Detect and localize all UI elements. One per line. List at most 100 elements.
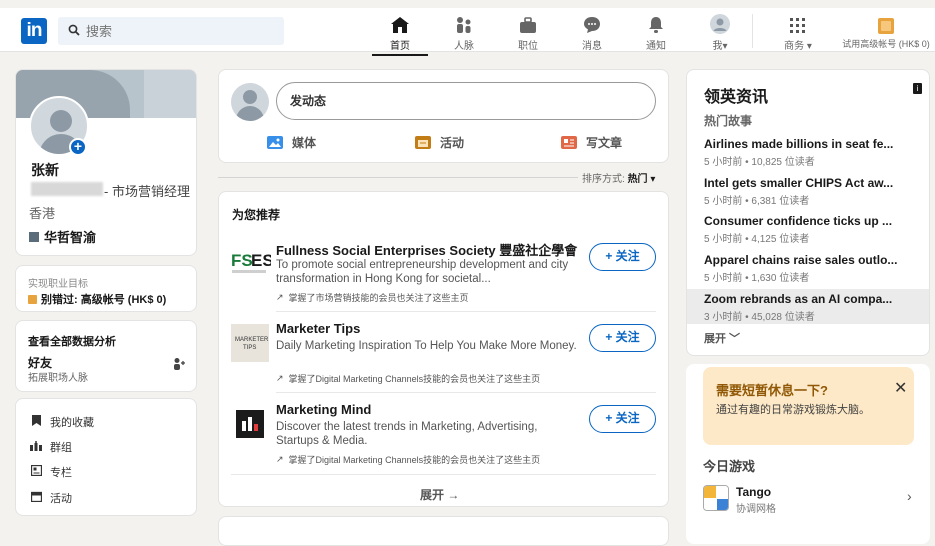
info-icon[interactable]: i [913,83,922,94]
recommendations-title: 为您推荐 [232,208,281,222]
friends-sublabel: 拓展职场人脉 [28,373,88,384]
analytics-card: 查看全部数据分析 好友 拓展职场人脉 [15,320,197,392]
news-item[interactable]: Consumer confidence ticks up ... 5 小时前 •… [687,214,929,245]
sort-dropdown[interactable]: 排序方式: 热门 ▾ [582,170,655,185]
write-article-button[interactable]: 写文章 [561,134,622,151]
view-analytics-link[interactable]: 查看全部数据分析 [28,333,116,349]
news-headline: Zoom rebrands as an AI compa... [704,292,893,306]
events-label: 活动 [50,493,72,505]
media-icon [267,136,283,149]
premium-offer[interactable]: 别错过: 高级帐号 (HK$ 0) [28,291,166,307]
company-name[interactable]: Marketing Mind [276,402,371,417]
news-headline: Airlines made billions in seat fe... [704,137,894,151]
nav-messaging-label: 消息 [582,41,602,52]
groups-link[interactable]: 群组 [30,439,72,455]
news-item[interactable]: Airlines made billions in seat fe... 5 小… [687,137,929,168]
composer-avatar[interactable] [231,83,269,121]
marketing-mind-logo[interactable] [231,405,269,443]
event-label: 活动 [440,136,465,150]
games-card: 需要短暂休息一下? ✕ 通过有趣的日常游戏锻炼大脑。 今日游戏 Tango 协调… [686,364,930,544]
newsletter-icon [30,464,42,479]
search-box[interactable] [58,17,284,45]
write-article-label: 写文章 [586,136,623,150]
profile-company[interactable]: 华哲智渝 [29,227,96,246]
marketer-tips-logo[interactable]: MARKETER TIPS [231,324,269,362]
nav-messaging[interactable]: 消息 [562,12,622,52]
add-connection-icon[interactable] [173,357,185,373]
svg-text:TIPS: TIPS [243,345,256,351]
linkedin-logo[interactable]: in [21,18,47,44]
nav-network-label: 人脉 [454,41,474,52]
trending-arrow-icon: ↗ [276,454,284,464]
follow-button[interactable]: + 关注 [589,324,656,352]
divider [276,311,656,312]
trending-arrow-icon: ↗ [276,373,284,383]
me-avatar [690,12,750,34]
shortcuts-card: 我的收藏 群组 专栏 活动 [15,398,197,516]
nav-premium[interactable]: 试用高级帐号 (HK$ 0) [836,12,935,52]
today-games-title: 今日游戏 [703,459,756,474]
chevron-right-icon: › [907,488,912,504]
profile-location: 香港 [29,206,56,221]
break-title: 需要短暂休息一下? [716,383,828,398]
nav-jobs-label: 职位 [518,41,538,52]
nav-divider [752,14,753,48]
grid-icon [768,12,828,34]
company-name[interactable]: Fullness Social Enterprises Society 豐盛社企… [276,240,577,259]
follow-button[interactable]: + 关注 [589,405,656,433]
add-photo-icon[interactable]: + [69,138,87,156]
sort-value: 热门 ▾ [627,174,656,185]
network-icon [434,12,494,34]
show-more-button[interactable]: 展开 → [420,486,459,503]
tango-game-item[interactable]: Tango 协调网格 › [703,483,918,515]
profile-card: + 张新 - 市场营销经理 香港 华哲智渝 [15,69,197,256]
news-item[interactable]: Zoom rebrands as an AI compa... 3 小时前 • … [687,289,929,324]
expand-news-button[interactable]: 展开 ﹀ [704,330,740,346]
nav-network[interactable]: 人脉 [434,12,494,52]
home-icon [370,12,430,34]
news-headline: Apparel chains raise sales outlo... [704,253,898,267]
nav-business[interactable]: 商务 ▾ [768,12,828,52]
premium-icon [28,294,37,304]
company-name[interactable]: Marketer Tips [276,321,360,336]
divider [276,392,656,393]
career-goal-card[interactable]: 实现职业目标 别错过: 高级帐号 (HK$ 0) [15,265,197,312]
news-item[interactable]: Intel gets smaller CHIPS Act aw... 5 小时前… [687,176,929,207]
recommendation-reason-text: 掌握了市场营销技能的会员也关注了这些主页 [288,293,469,303]
blurred-text [31,182,103,196]
news-meta: 5 小时前 • 6,381 位读者 [704,196,810,207]
trending-arrow-icon: ↗ [276,292,284,302]
media-button[interactable]: 媒体 [267,134,316,151]
nav-jobs[interactable]: 职位 [498,12,558,52]
post-composer-card: 发动态 媒体 活动 写文章 [218,69,669,163]
events-link[interactable]: 活动 [30,490,72,506]
fses-logo[interactable]: FS ES [231,243,274,281]
nav-premium-label: 试用高级帐号 (HK$ 0) [842,39,930,49]
newsletters-link[interactable]: 专栏 [30,464,72,480]
news-headline: Consumer confidence ticks up ... [704,214,893,228]
nav-me-label: 我▾ [712,41,728,52]
nav-me[interactable]: 我▾ [690,12,750,52]
media-label: 媒体 [292,136,317,150]
break-banner: 需要短暂休息一下? ✕ 通过有趣的日常游戏锻炼大脑。 [703,367,914,445]
profile-name[interactable]: 张新 [31,160,59,180]
profile-company-label: 华哲智渝 [44,230,97,245]
calendar-icon [30,491,42,505]
sort-prefix: 排序方式: [582,174,625,185]
nav-home[interactable]: 首页 [370,12,430,56]
recommendation-reason-text: 掌握了Digital Marketing Channels技能的会员也关注了这些… [288,455,541,465]
nav-home-label: 首页 [390,41,410,52]
event-button[interactable]: 活动 [415,134,464,151]
saved-items-link[interactable]: 我的收藏 [30,414,94,430]
close-icon[interactable]: ✕ [894,378,907,398]
start-post-input[interactable]: 发动态 [276,82,656,120]
news-subtitle: 热门故事 [704,114,753,128]
company-description: Daily Marketing Inspiration To Help You … [276,340,577,352]
nav-notifications[interactable]: 通知 [626,12,686,52]
news-meta: 5 小时前 • 4,125 位读者 [704,234,810,245]
news-headline: Intel gets smaller CHIPS Act aw... [704,176,894,190]
follow-button[interactable]: + 关注 [589,243,656,271]
news-item[interactable]: Apparel chains raise sales outlo... 5 小时… [687,253,929,284]
svg-text:MARKETER: MARKETER [235,337,269,343]
search-input[interactable] [86,23,266,39]
